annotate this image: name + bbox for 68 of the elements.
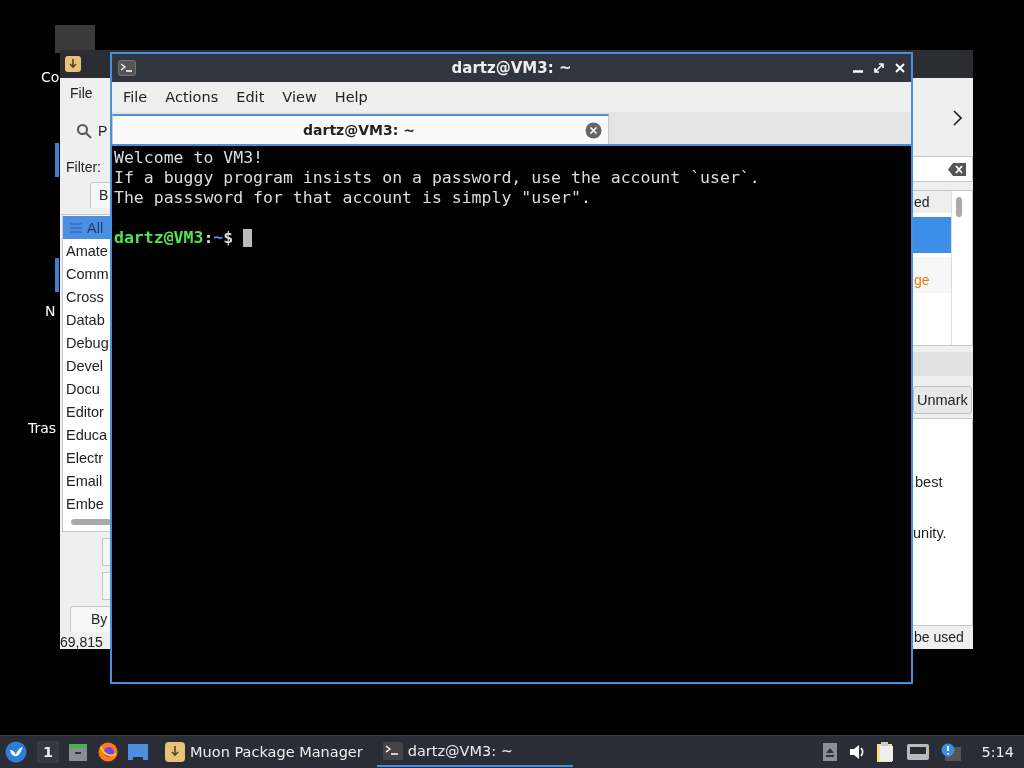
menu-item[interactable]: Edit (227, 89, 274, 105)
package-icon (165, 742, 186, 762)
menu-item[interactable]: View (273, 89, 326, 105)
terminal-tab[interactable]: dartz@VM3: ~ (112, 114, 609, 144)
category-item[interactable]: Editor (63, 400, 110, 423)
button[interactable] (102, 538, 110, 566)
category-item[interactable]: Amate (63, 239, 110, 262)
close-icon (895, 63, 905, 73)
description-text: best (915, 474, 943, 490)
volume-icon (849, 744, 866, 760)
menu-item[interactable]: File (114, 89, 157, 105)
category-item[interactable]: Comm (63, 262, 110, 285)
status-text: 69,815 (60, 633, 104, 652)
desktop-icon-label[interactable]: Co (41, 69, 60, 85)
category-item[interactable]: Electr (63, 446, 110, 469)
button[interactable] (102, 572, 110, 600)
category-item[interactable]: Email (63, 469, 110, 492)
menu-item[interactable]: Actions (156, 89, 228, 105)
category-item[interactable]: Datab (63, 308, 110, 331)
search-field[interactable]: P (76, 118, 110, 144)
network-icon (907, 743, 930, 761)
drawer-icon (68, 742, 89, 762)
category-item[interactable]: Embe (63, 492, 110, 515)
package-icon (64, 55, 82, 73)
column-header[interactable]: ed (912, 191, 951, 213)
desktop-icon-label[interactable]: Tras (28, 420, 57, 436)
category-item[interactable]: Debug (63, 331, 110, 354)
shell-prompt: dartz@VM3:~$ (114, 228, 234, 248)
filter-field[interactable] (912, 156, 973, 182)
scrollbar[interactable] (71, 519, 110, 525)
close-icon (585, 121, 602, 139)
taskbar-button[interactable]: Muon Package Manager (159, 737, 369, 767)
minimize-icon (853, 70, 863, 73)
category-item[interactable]: Cross (63, 285, 110, 308)
clear-icon (948, 162, 966, 176)
menu-item[interactable]: File (70, 85, 93, 101)
scrollbar[interactable] (956, 197, 962, 217)
desktop-icon-label[interactable]: N (45, 303, 56, 319)
chevron-right-icon (952, 110, 962, 126)
terminal-output: Welcome to VM3! (114, 148, 264, 168)
notification-icon (941, 743, 962, 761)
clock[interactable]: 5:14 (981, 744, 1014, 760)
terminal-output: If a buggy program insists on a password, use the account `user`. (114, 168, 761, 188)
category-item[interactable]: Educa (63, 423, 110, 446)
category-item[interactable]: Devel (63, 354, 110, 377)
clipboard-icon (877, 742, 896, 762)
filter-label: Filter: (66, 159, 101, 175)
category-item[interactable]: Docu (63, 377, 110, 400)
terminal-icon (382, 742, 403, 760)
menu-item[interactable]: Help (325, 89, 377, 105)
tab[interactable]: B (90, 182, 110, 208)
list-icon (69, 221, 83, 234)
eject-icon (823, 743, 838, 761)
globe-icon (98, 742, 119, 762)
terminal-icon (118, 60, 136, 76)
status-text: be used (913, 628, 965, 647)
search-icon (76, 123, 92, 139)
terminal-output: The passsword for that account is simply "user". (114, 188, 592, 208)
text-cursor (243, 229, 253, 247)
toolbar-background (912, 352, 973, 376)
description-text: unity. (913, 525, 947, 541)
maximize-icon (874, 63, 884, 73)
table-row[interactable] (912, 217, 951, 253)
window-title: dartz@VM3: ~ (451, 59, 572, 77)
unmark-button[interactable]: Unmark (913, 386, 972, 414)
taskbar-button[interactable]: dartz@VM3: ~ (376, 737, 573, 767)
tab[interactable]: By (70, 606, 110, 632)
workspace-button[interactable]: 1 (37, 741, 60, 763)
